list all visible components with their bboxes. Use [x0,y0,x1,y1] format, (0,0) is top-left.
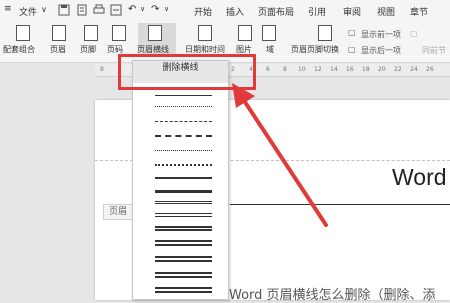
ruler-tick: 24 [410,66,418,73]
print-preview-icon[interactable] [76,4,88,16]
ruler-tick: 14 [330,66,338,73]
header-line [230,204,450,205]
line-style-thick-thin[interactable] [155,256,212,262]
line-style-dashed[interactable] [155,121,212,122]
header-icon[interactable] [52,25,66,41]
line-style-dashed-bold[interactable] [155,135,212,137]
header-line-dropdown [132,60,229,300]
header-label[interactable]: 页眉 [50,44,66,55]
quick-access-chevron-icon[interactable]: ∨ [164,5,169,13]
line-style-double[interactable] [155,213,212,217]
redo-icon[interactable]: ↷ [151,4,163,16]
footer-icon[interactable] [84,25,98,41]
tab-page-layout[interactable]: 页面布局 [258,5,294,18]
ribbon-tab-row: ≡ 文件 ∨ ↶ ∨ ↷ ∨ 开始 插入 页面布局 引用 审阅 视图 章节 [0,0,450,22]
header-text[interactable]: Word [392,164,447,191]
show-prev-icon[interactable]: ▢ [348,28,356,37]
line-style-solid-thin[interactable] [155,95,212,96]
preset-combo-label[interactable]: 配套组合 [3,44,35,55]
line-style-double-thick[interactable] [155,226,212,231]
header-footer-switch-label[interactable]: 页眉页脚切换 [291,44,339,55]
tab-home[interactable]: 开始 [194,5,212,18]
ruler-tick: 10 [298,66,306,73]
field-label[interactable]: 域 [266,44,274,55]
tab-review[interactable]: 审阅 [343,5,361,18]
format-painter-icon[interactable] [110,4,122,16]
body-text[interactable]: Word 页眉横线怎么删除（删除、添 [229,284,436,303]
picture-icon[interactable] [238,25,252,41]
line-style-dotted-bold[interactable] [155,164,212,166]
ruler-tick: 6 [266,66,270,73]
footer-label[interactable]: 页脚 [80,44,96,55]
line-style-triple[interactable] [155,287,212,293]
same-as-prev-icon[interactable]: ▢ [410,29,418,38]
ruler-tick: 26 [426,66,434,73]
menu-icon[interactable]: ≡ [4,4,14,14]
date-time-icon[interactable] [198,25,212,41]
header-tag: 页眉 [103,204,133,220]
line-style-solid-thick[interactable] [155,190,212,193]
show-prev-option[interactable]: 显示前一项 [361,29,401,40]
tab-view[interactable]: 视图 [377,5,395,18]
field-icon[interactable] [262,25,276,41]
highlight-box [118,54,256,90]
ruler-tick: 8 [100,66,104,73]
undo-icon[interactable]: ↶ [128,4,140,16]
ruler-tick: 16 [346,66,354,73]
tab-chapter[interactable]: 章节 [410,5,428,18]
header-line-icon[interactable] [148,25,162,41]
show-next-option[interactable]: 显示后一项 [361,45,401,56]
header-footer-switch-icon[interactable] [318,25,332,41]
undo-dropdown-icon[interactable]: ∨ [140,5,145,13]
ruler-tick: 12 [314,66,322,73]
ruler-tick: 20 [378,66,386,73]
line-style-double-heavy[interactable] [155,240,212,246]
page-number-icon[interactable] [112,25,126,41]
tab-insert[interactable]: 插入 [226,5,244,18]
tab-file[interactable]: 文件 [19,5,37,18]
ruler-tick: 18 [362,66,370,73]
tab-references[interactable]: 引用 [308,5,326,18]
chevron-down-icon[interactable]: ∨ [41,5,47,14]
line-style-thin-thick[interactable] [155,272,212,278]
line-style-solid-medium[interactable] [155,177,212,179]
save-icon[interactable] [58,4,70,16]
line-style-dash-dot[interactable] [155,150,212,151]
show-next-icon[interactable]: ▢ [348,45,356,54]
line-style-double-thin[interactable] [155,201,212,204]
ruler-tick: 8 [283,66,287,73]
preset-combo-icon[interactable] [16,25,30,41]
ruler-tick: 22 [394,66,402,73]
line-style-dotted-small[interactable] [155,106,212,107]
print-icon[interactable] [93,4,105,16]
same-as-prev-option[interactable]: 同前节 [422,45,446,56]
